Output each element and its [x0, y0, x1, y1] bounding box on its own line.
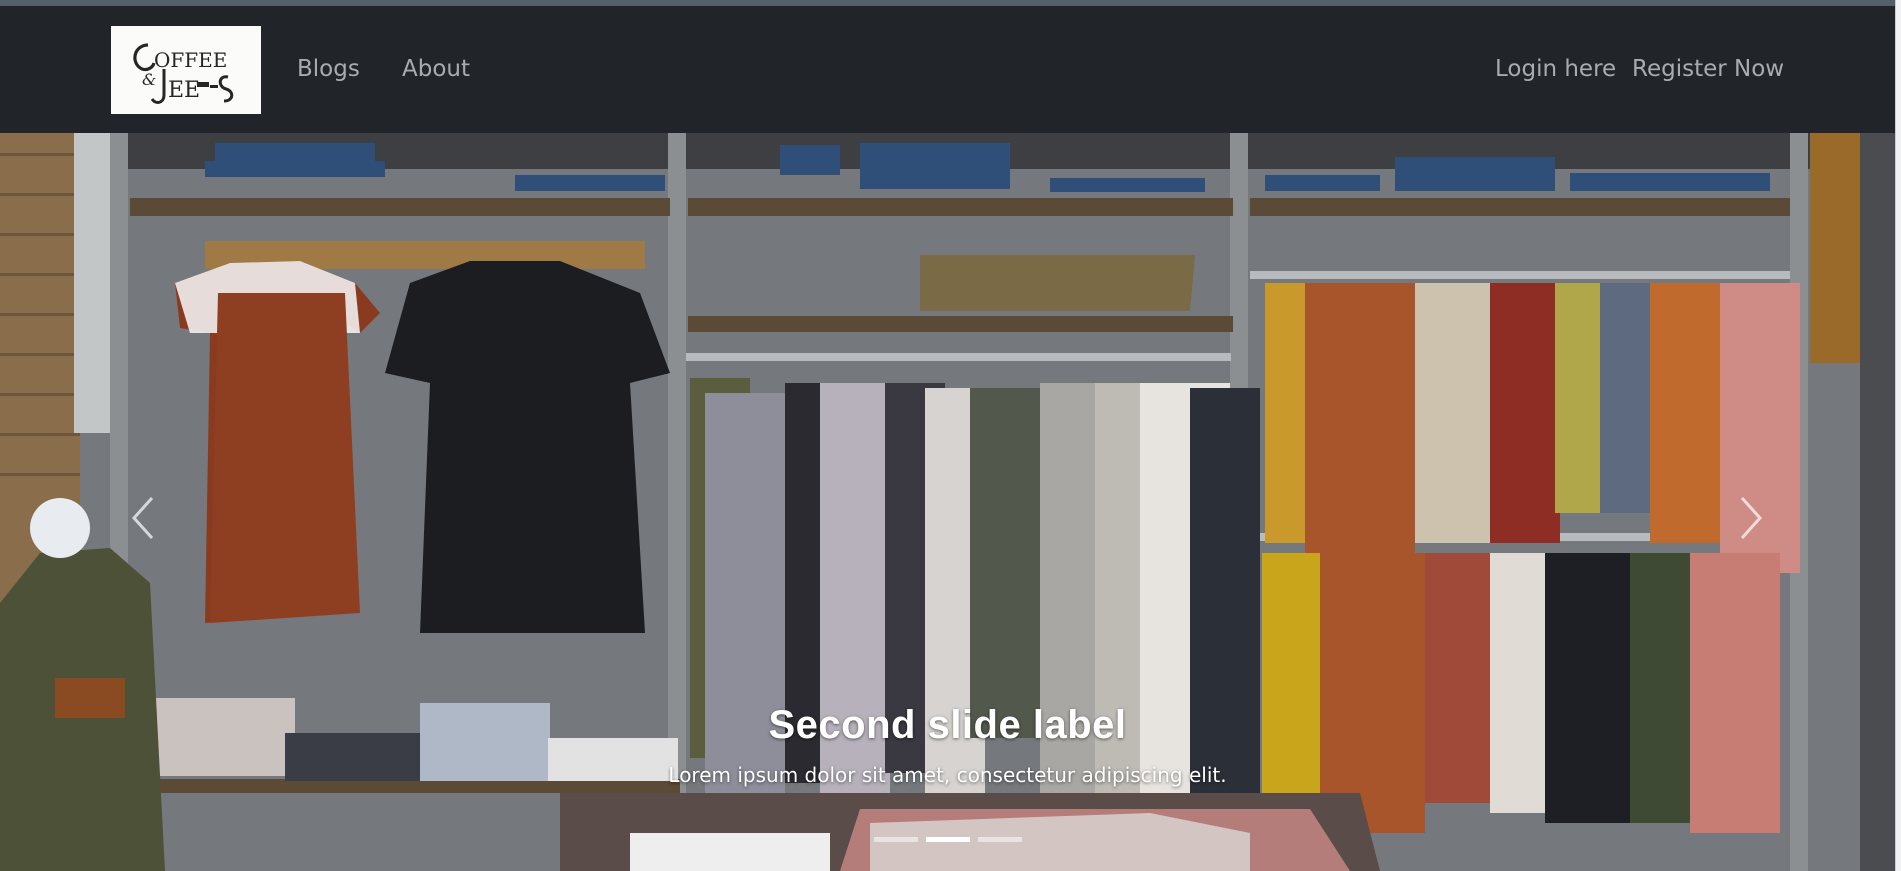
slide-title: Second slide label	[768, 703, 1127, 747]
carousel-indicator-3[interactable]	[977, 837, 1022, 842]
svg-text:EE: EE	[168, 78, 200, 103]
carousel-caption: Second slide label Lorem ipsum dolor sit…	[0, 701, 1895, 789]
carousel-indicator-2[interactable]	[925, 837, 970, 842]
chevron-right-icon	[1740, 496, 1763, 540]
chevron-left-icon	[131, 496, 154, 540]
nav-link-blogs[interactable]: Blogs	[297, 56, 360, 82]
svg-text:OFFEE: OFFEE	[154, 48, 227, 72]
top-navbar: OFFEE & EE Blogs About Login here Regist…	[0, 6, 1895, 133]
login-link[interactable]: Login here	[1495, 56, 1616, 82]
brand-logo[interactable]: OFFEE & EE	[111, 26, 261, 114]
coffee-jeans-logo-icon: OFFEE & EE	[133, 43, 234, 104]
svg-text:&: &	[142, 70, 156, 89]
slide-description: Lorem ipsum dolor sit amet, consectetur …	[668, 763, 1227, 787]
carousel-indicators	[0, 837, 1895, 851]
carousel-indicator-1[interactable]	[873, 837, 918, 842]
carousel-next-button[interactable]	[1712, 463, 1792, 573]
carousel-prev-button[interactable]	[102, 463, 182, 573]
hero-carousel: Second slide label Lorem ipsum dolor sit…	[0, 133, 1895, 871]
scrollbar-track[interactable]	[1895, 0, 1901, 871]
register-link[interactable]: Register Now	[1632, 56, 1784, 82]
nav-link-about[interactable]: About	[402, 56, 470, 82]
